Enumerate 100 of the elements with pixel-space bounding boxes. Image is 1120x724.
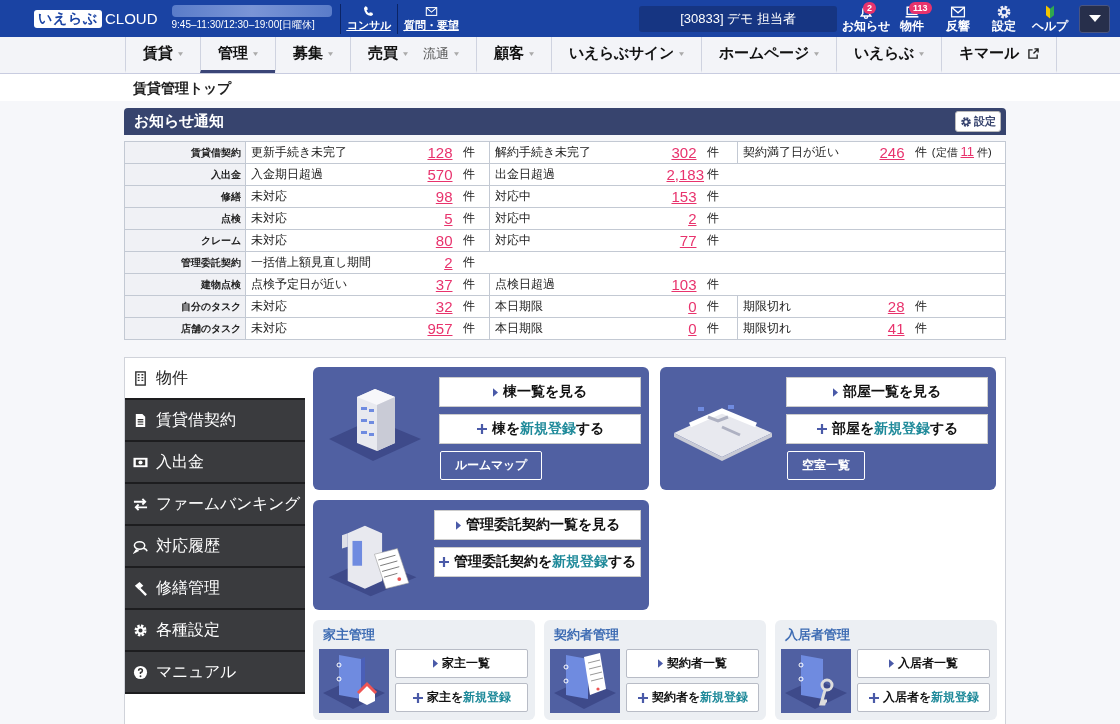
caret-icon: [658, 659, 663, 668]
unit-label: 件: [462, 167, 475, 181]
count-link[interactable]: 302: [671, 144, 697, 161]
count-link[interactable]: 570: [427, 166, 453, 183]
add-new-button[interactable]: 契約者を新規登録: [626, 683, 759, 712]
list-button[interactable]: 契約者一覧: [626, 649, 759, 678]
sidebar-item[interactable]: 対応履歴: [125, 526, 305, 568]
count-link[interactable]: 28: [887, 298, 905, 315]
nav-tab[interactable]: ホームページ: [701, 37, 836, 73]
caret-icon: [833, 387, 838, 397]
binder-with-key-drawing: [781, 649, 851, 713]
unit-label: 件: [914, 299, 927, 313]
nav-tab[interactable]: いえらぶサイン: [551, 37, 701, 73]
count-link[interactable]: 2,183: [666, 166, 705, 183]
caret-down-icon: [679, 51, 684, 56]
count-link[interactable]: 153: [671, 188, 697, 205]
add-new-button[interactable]: 入居者を新規登録: [857, 683, 990, 712]
caret-down-icon: [1088, 15, 1101, 22]
unit-label: 件: [914, 321, 927, 335]
sidebar-item[interactable]: マニュアル: [125, 652, 305, 694]
mail-icon: [950, 4, 966, 20]
count-link[interactable]: 128: [427, 144, 453, 161]
table-cell: 入金期日超過: [245, 163, 418, 186]
sidebar-item[interactable]: 入出金: [125, 442, 305, 484]
nav-tab[interactable]: いえらぶ: [836, 37, 941, 73]
count-link[interactable]: 32: [435, 298, 453, 315]
table-cell: 対応中: [489, 229, 662, 252]
unit-label: 件: [462, 145, 475, 159]
list-button[interactable]: 管理委託契約一覧を見る: [434, 510, 641, 540]
plus-icon: [816, 424, 827, 434]
add-new-button[interactable]: 家主を新規登録: [395, 683, 528, 712]
header-icon-button[interactable]: 113 物件: [889, 4, 935, 33]
business-hours: 9:45–11:30/12:30–19:00[日曜休]: [171, 18, 316, 32]
list-button[interactable]: 棟一覧を見る: [439, 377, 641, 407]
unit-label: 件: [706, 189, 719, 203]
nav-tab[interactable]: キマール: [941, 37, 1057, 73]
count-link[interactable]: 2: [688, 210, 697, 227]
document-icon: [133, 412, 148, 428]
sidebar-item[interactable]: 賃貸借契約: [125, 400, 305, 442]
list-button[interactable]: 入居者一覧: [857, 649, 990, 678]
unit-label: 件): [977, 146, 992, 158]
count-link[interactable]: 41: [887, 320, 905, 337]
count-link[interactable]: 0: [688, 298, 697, 315]
table-cell: 点検日超過: [489, 273, 662, 296]
count-link[interactable]: 2: [444, 254, 453, 271]
user-field[interactable]: [30833] デモ 担当者: [639, 5, 837, 32]
plus-icon: [868, 692, 879, 703]
header-icon-button[interactable]: 2 お知らせ: [843, 4, 889, 33]
settings-button[interactable]: 設定: [955, 111, 1001, 132]
row-label: 賃貸借契約: [124, 141, 246, 164]
count-link[interactable]: 77: [679, 232, 697, 249]
dropdown-button[interactable]: [1079, 4, 1110, 33]
caret-icon: [889, 659, 894, 668]
outline-button[interactable]: ルームマップ: [440, 451, 542, 480]
header-link[interactable]: 質問・要望: [396, 3, 465, 34]
unit-label: 件: [462, 255, 475, 269]
sidebar-item[interactable]: 各種設定: [125, 610, 305, 652]
row-label: 管理委託契約: [124, 251, 246, 274]
count-link[interactable]: 98: [435, 188, 453, 205]
add-new-button[interactable]: 部屋を新規登録する: [786, 414, 988, 444]
binder-with-house-drawing: [319, 649, 389, 713]
count-link[interactable]: 11: [960, 144, 974, 159]
nav-sub-tab[interactable]: 流通: [423, 44, 449, 63]
list-button[interactable]: 部屋一覧を見る: [786, 377, 988, 407]
card-title: 家主管理: [322, 626, 376, 644]
nav-tab[interactable]: 売買 流通: [350, 37, 476, 73]
outline-button[interactable]: 空室一覧: [787, 451, 865, 480]
nav-tab[interactable]: 賃貸: [125, 37, 200, 73]
add-new-button[interactable]: 棟を新規登録する: [439, 414, 641, 444]
count-link[interactable]: 246: [879, 144, 905, 161]
row-label: クレーム: [124, 229, 246, 252]
list-button[interactable]: 家主一覧: [395, 649, 528, 678]
table-cell: 更新手続き未完了: [245, 141, 418, 164]
count-link[interactable]: 103: [671, 276, 697, 293]
hammer-icon: [133, 580, 148, 596]
unit-label: 件: [914, 145, 927, 159]
header-icon-button[interactable]: 設定: [981, 4, 1027, 33]
caret-down-icon: [814, 51, 819, 56]
table-cell: 一括借上額見直し期間: [245, 251, 418, 274]
header-link[interactable]: コンサル: [339, 3, 397, 34]
row-label: 自分のタスク: [124, 295, 246, 318]
unit-label: 件: [706, 145, 719, 159]
unit-label: 件: [462, 233, 475, 247]
sidebar-item[interactable]: ファームバンキング: [125, 484, 305, 526]
count-link[interactable]: 957: [427, 320, 453, 337]
card-title: 契約者管理: [553, 626, 620, 644]
nav-tab[interactable]: 顧客: [476, 37, 551, 73]
table-cell: 未対応: [245, 207, 418, 230]
section-title: お知らせ通知: [134, 112, 224, 131]
count-link[interactable]: 5: [444, 210, 453, 227]
nav-tab[interactable]: 募集: [275, 37, 350, 73]
count-link[interactable]: 37: [435, 276, 453, 293]
count-link[interactable]: 0: [688, 320, 697, 337]
header-icon-button[interactable]: 反響: [935, 4, 981, 33]
unit-label: 件: [706, 321, 719, 335]
sidebar-item[interactable]: 修繕管理: [125, 568, 305, 610]
count-link[interactable]: 80: [435, 232, 453, 249]
count-badge: 113: [909, 2, 932, 14]
add-new-button[interactable]: 管理委託契約を新規登録する: [434, 547, 641, 577]
header-icon-button[interactable]: ヘルプ: [1027, 4, 1073, 33]
